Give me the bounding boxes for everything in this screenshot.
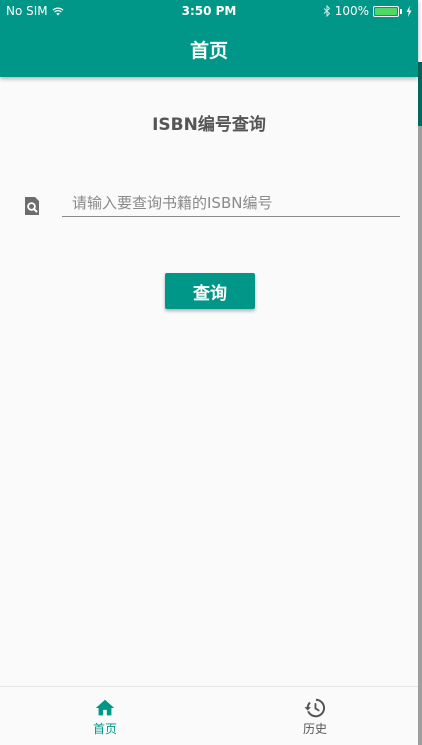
battery-percent: 100% xyxy=(334,4,369,18)
scrollbar-thumb[interactable] xyxy=(418,62,422,126)
bluetooth-icon xyxy=(323,5,330,17)
status-bar: No SIM 3:50 PM 100% xyxy=(0,0,418,22)
status-right: 100% xyxy=(323,4,412,18)
battery-nub xyxy=(400,8,402,14)
section-heading: ISBN编号查询 xyxy=(152,115,266,135)
nav-label-history: 历史 xyxy=(302,722,327,736)
home-icon xyxy=(95,699,115,716)
isbn-search-input[interactable] xyxy=(62,193,400,217)
bottom-navigation: 首页 历史 xyxy=(0,686,418,745)
battery-level xyxy=(375,7,397,15)
search-icon xyxy=(25,197,39,215)
nav-item-home[interactable]: 首页 xyxy=(45,687,165,745)
charging-icon xyxy=(406,5,412,17)
nav-label-home: 首页 xyxy=(92,722,117,736)
query-button[interactable]: 查询 xyxy=(165,273,255,309)
nav-item-history[interactable]: 历史 xyxy=(255,687,375,745)
app-header: No SIM 3:50 PM 100% 首页 xyxy=(0,0,418,77)
scrollbar-track[interactable] xyxy=(418,62,422,745)
search-row xyxy=(22,193,400,219)
battery-icon xyxy=(373,5,399,17)
page-title: 首页 xyxy=(189,40,228,62)
history-icon xyxy=(304,698,326,718)
